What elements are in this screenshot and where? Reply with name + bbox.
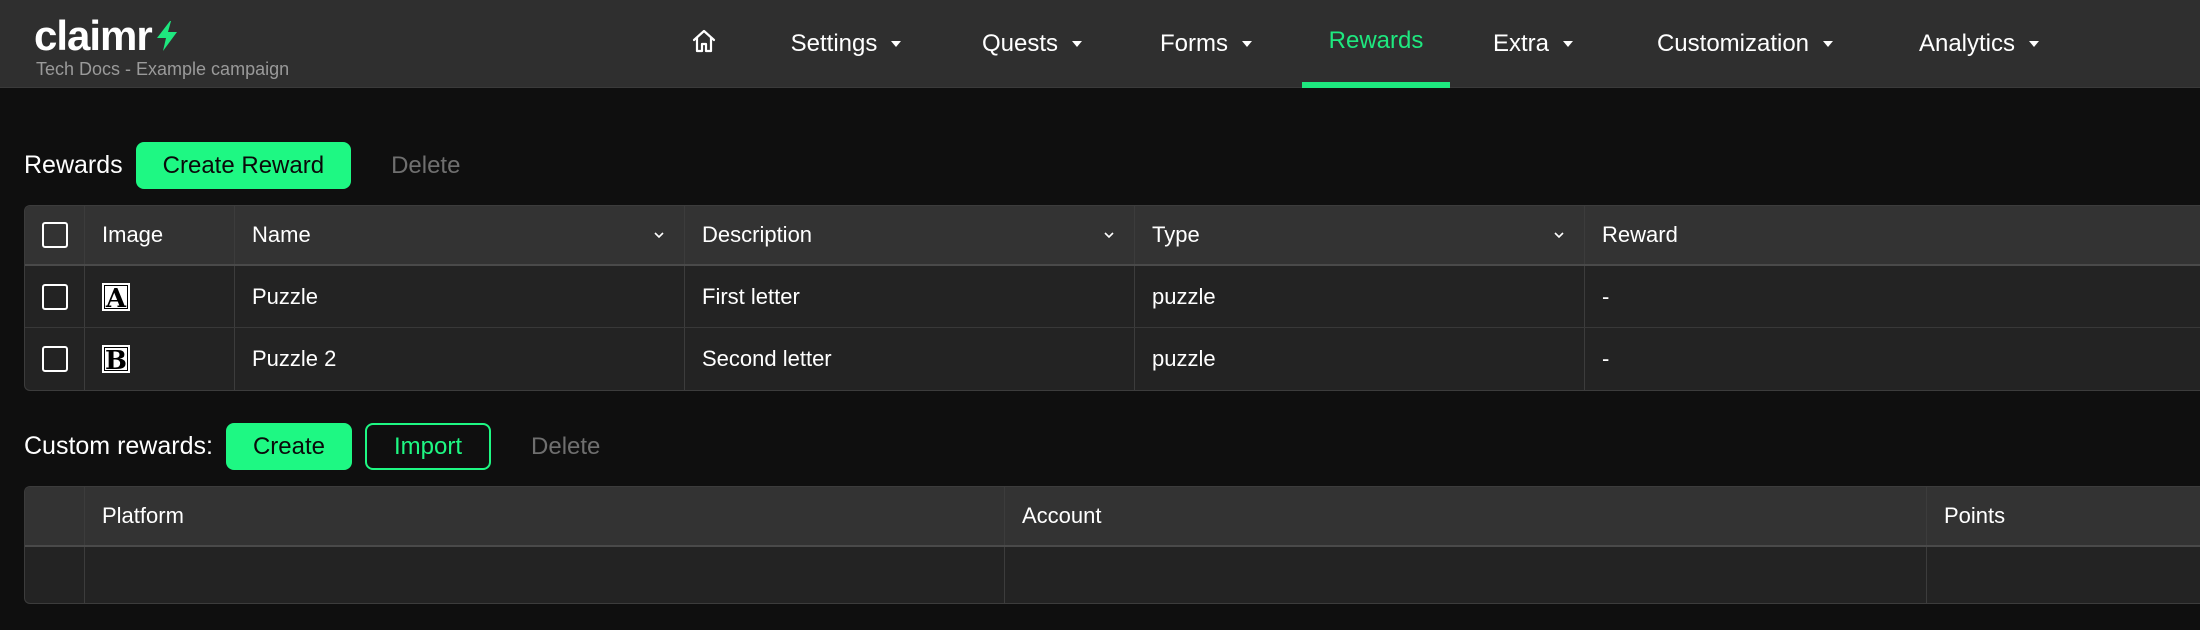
image-cell: A — [85, 266, 235, 327]
rewards-label: Rewards — [24, 151, 123, 179]
nav-analytics[interactable]: Analytics — [1911, 0, 2047, 88]
type-cell: puzzle — [1135, 328, 1585, 390]
caret-down-icon — [2029, 41, 2040, 47]
nav-forms[interactable]: Forms — [1156, 0, 1256, 88]
column-header-label: Platform — [102, 503, 184, 528]
row-select-cell — [25, 328, 85, 390]
custom-rewards-table-header: Platform Account Points — [25, 487, 2200, 547]
nav-extra[interactable]: Extra — [1488, 0, 1578, 88]
image-cell: B — [85, 328, 235, 390]
column-header-label: Reward — [1602, 222, 1678, 247]
column-header-account[interactable]: Account — [1005, 487, 1927, 545]
rewards-table-header: Image Name Description Type Reward — [25, 206, 2200, 266]
column-header-label: Type — [1152, 222, 1200, 247]
column-header-label: Account — [1022, 503, 1102, 528]
name-cell: Puzzle 2 — [235, 328, 685, 390]
custom-rewards-toolbar: Custom rewards: Create Import Delete — [24, 423, 627, 470]
reward-cell: - — [1602, 346, 1610, 371]
column-header-label: Points — [1944, 503, 2006, 528]
column-header-image[interactable]: Image — [85, 206, 235, 264]
letter-b-icon: B — [102, 345, 130, 375]
delete-custom-reward-button[interactable]: Delete — [504, 423, 627, 470]
name-cell: Puzzle — [235, 266, 685, 327]
table-row[interactable]: A Puzzle First letter puzzle - — [25, 266, 2200, 328]
nav-customization[interactable]: Customization — [1647, 0, 1843, 88]
top-navigation-bar: claimr Tech Docs - Example campaign Sett… — [0, 0, 2200, 88]
column-header-label: Image — [102, 222, 164, 247]
nav-rewards[interactable]: Rewards — [1302, 0, 1450, 88]
nav-settings-label: Settings — [790, 30, 878, 57]
column-header-points[interactable]: Points — [1927, 487, 2200, 545]
caret-down-icon — [1072, 41, 1083, 47]
column-header-platform[interactable]: Platform — [85, 487, 1005, 545]
nav-analytics-label: Analytics — [1918, 30, 2016, 57]
header-select-cell — [25, 206, 85, 264]
description-cell: First letter — [685, 266, 1135, 327]
letter-a-icon: A — [102, 282, 130, 313]
home-icon — [690, 27, 718, 62]
row-checkbox[interactable] — [41, 283, 68, 310]
row-select-cell — [25, 266, 85, 327]
empty-cell — [1005, 547, 1927, 603]
rewards-toolbar: Rewards Create Reward Delete — [24, 142, 487, 189]
header-blank-cell — [25, 487, 85, 545]
chevron-down-icon[interactable] — [1554, 230, 1564, 240]
caret-down-icon — [1823, 41, 1834, 47]
select-all-checkbox[interactable] — [41, 222, 68, 248]
nav-customization-label: Customization — [1656, 30, 1810, 57]
nav-quests[interactable]: Quests — [976, 0, 1088, 88]
rewards-table: Image Name Description Type Reward A Puz… — [24, 205, 2200, 391]
empty-cell — [25, 547, 85, 603]
reward-cell: - — [1602, 283, 1610, 309]
create-reward-button[interactable]: Create Reward — [135, 142, 352, 189]
nav-extra-label: Extra — [1492, 30, 1549, 57]
chevron-down-icon[interactable] — [1104, 230, 1114, 240]
table-row[interactable]: B Puzzle 2 Second letter puzzle - — [25, 328, 2200, 390]
empty-cell — [1927, 547, 2200, 603]
nav-quests-label: Quests — [981, 30, 1059, 57]
caret-down-icon — [891, 41, 902, 47]
nav-home[interactable] — [688, 0, 720, 88]
column-header-type[interactable]: Type — [1135, 206, 1585, 264]
caret-down-icon — [1563, 41, 1573, 47]
nav-settings[interactable]: Settings — [783, 0, 909, 88]
empty-cell — [85, 547, 1005, 603]
custom-rewards-table: Platform Account Points — [24, 486, 2200, 604]
nav-rewards-label: Rewards — [1328, 27, 1424, 54]
type-cell: puzzle — [1135, 266, 1585, 327]
nav-forms-label: Forms — [1160, 30, 1228, 57]
caret-down-icon — [1242, 41, 1252, 47]
row-checkbox[interactable] — [41, 346, 68, 372]
chevron-down-icon[interactable] — [654, 230, 664, 240]
column-header-description[interactable]: Description — [685, 206, 1135, 264]
column-header-reward[interactable]: Reward — [1585, 206, 2200, 264]
delete-reward-button[interactable]: Delete — [364, 142, 487, 189]
column-header-label: Name — [252, 222, 311, 247]
create-custom-reward-button[interactable]: Create — [225, 423, 352, 470]
column-header-name[interactable]: Name — [235, 206, 685, 264]
import-button[interactable]: Import — [365, 423, 492, 470]
description-cell: Second letter — [685, 328, 1135, 390]
column-header-label: Description — [702, 222, 813, 247]
custom-rewards-label: Custom rewards: — [24, 432, 213, 460]
table-row — [25, 547, 2200, 603]
main-nav: Settings Quests Forms Rewards Extra Cust… — [0, 0, 2200, 88]
